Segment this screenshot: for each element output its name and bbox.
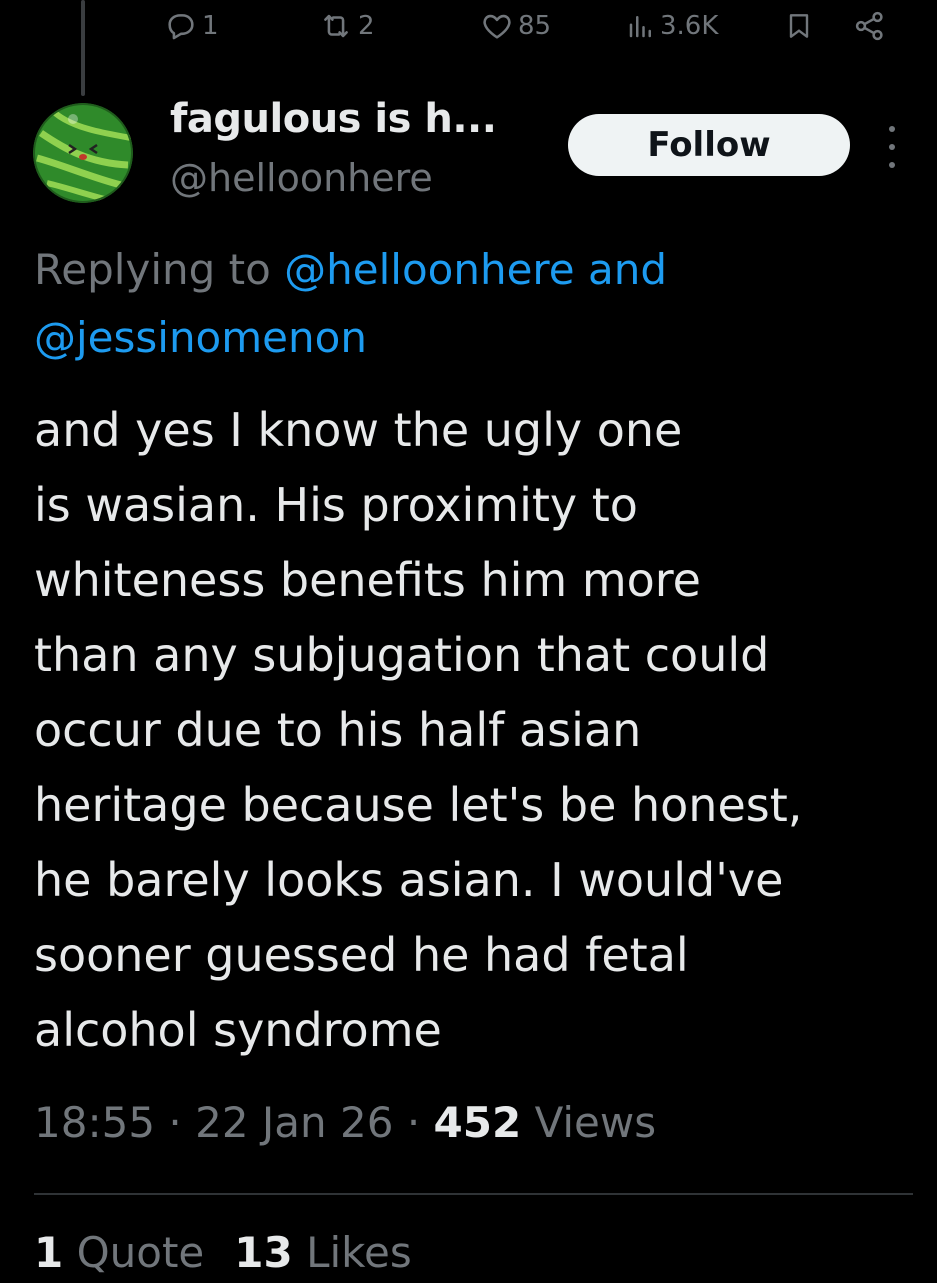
- tweet-text: and yes I know the ugly one is wasian. H…: [34, 403, 803, 1057]
- views-count: 452: [433, 1098, 522, 1147]
- parent-tweet-action-bar: 1 2 85 3.6K: [0, 0, 937, 58]
- follow-button[interactable]: Follow: [568, 114, 850, 176]
- more-dot: [889, 162, 895, 168]
- tweet-date[interactable]: 22 Jan 26: [195, 1098, 393, 1147]
- more-options-icon[interactable]: [880, 122, 904, 172]
- author-display-name[interactable]: fagulous is h...: [170, 96, 497, 142]
- quotes-link[interactable]: 1 Quote: [34, 1228, 204, 1277]
- quotes-label: Quote: [76, 1228, 205, 1277]
- mention-link[interactable]: @helloonhere: [284, 245, 574, 294]
- replying-to-line: Replying to @helloonhere and @jessinomen…: [34, 236, 904, 372]
- engagement-stats: 1 Quote 13 Likes: [34, 1228, 412, 1277]
- view-count: 3.6K: [660, 11, 719, 41]
- likes-label: Likes: [306, 1228, 412, 1277]
- retweet-count: 2: [358, 11, 375, 41]
- mention-joiner: and: [587, 245, 667, 294]
- divider: [34, 1193, 913, 1195]
- bookmark-button[interactable]: [783, 6, 815, 46]
- reply-button[interactable]: 1: [164, 6, 219, 46]
- heart-icon: [480, 9, 514, 43]
- analytics-icon: [626, 9, 656, 43]
- share-button[interactable]: [850, 6, 890, 46]
- more-dot: [889, 144, 895, 150]
- bookmark-icon: [783, 8, 815, 44]
- likes-count: 13: [234, 1228, 293, 1277]
- meta-separator: ·: [406, 1098, 421, 1147]
- like-count: 85: [518, 11, 552, 41]
- watermelon-avatar-icon: [33, 103, 133, 203]
- likes-link[interactable]: 13 Likes: [234, 1228, 411, 1277]
- reply-icon: [164, 9, 198, 43]
- quotes-count: 1: [34, 1228, 64, 1277]
- views-label: Views: [534, 1098, 657, 1147]
- views-button[interactable]: 3.6K: [626, 6, 718, 46]
- mention-link[interactable]: @jessinomenon: [34, 313, 367, 362]
- meta-separator: ·: [168, 1098, 182, 1147]
- like-button[interactable]: 85: [480, 6, 551, 46]
- author-handle[interactable]: @helloonhere: [170, 156, 433, 200]
- replying-prefix: Replying to: [34, 245, 271, 294]
- more-dot: [889, 126, 895, 132]
- retweet-icon: [318, 9, 354, 43]
- reply-count: 1: [202, 11, 219, 41]
- avatar[interactable]: [33, 103, 133, 203]
- tweet-meta: 18:55 · 22 Jan 26 · 452 Views: [34, 1098, 656, 1147]
- tweet-time[interactable]: 18:55: [34, 1098, 155, 1147]
- share-icon: [850, 8, 890, 44]
- retweet-button[interactable]: 2: [318, 6, 375, 46]
